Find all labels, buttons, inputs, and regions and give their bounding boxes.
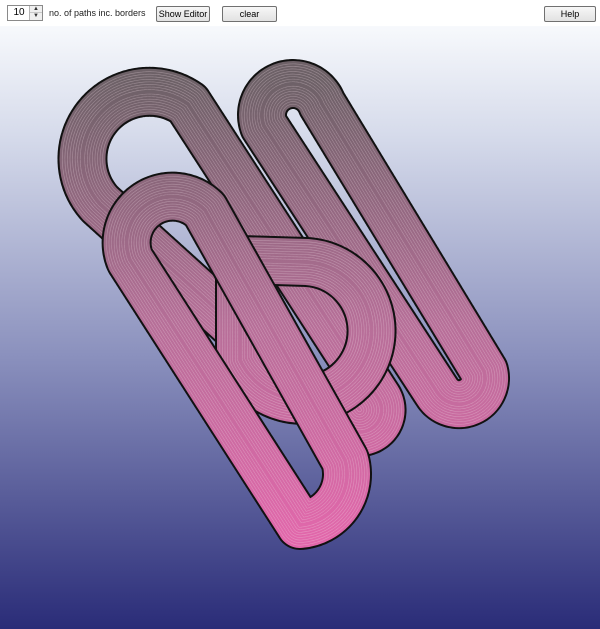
toolbar: 10 ▲ ▼ no. of paths inc. borders Show Ed… <box>0 0 600 26</box>
increment-arrow-icon[interactable]: ▲ <box>30 6 42 13</box>
spinner-arrows: ▲ ▼ <box>29 6 42 20</box>
drawing-canvas[interactable] <box>0 26 600 629</box>
paths-count-label: no. of paths inc. borders <box>49 8 146 18</box>
help-button[interactable]: Help <box>544 6 596 22</box>
decrement-arrow-icon[interactable]: ▼ <box>30 13 42 20</box>
paths-count-input[interactable]: 10 <box>8 6 30 20</box>
show-editor-button[interactable]: Show Editor <box>156 6 210 22</box>
paths-count-spinner[interactable]: 10 ▲ ▼ <box>7 5 43 21</box>
clear-button[interactable]: clear <box>222 6 277 22</box>
